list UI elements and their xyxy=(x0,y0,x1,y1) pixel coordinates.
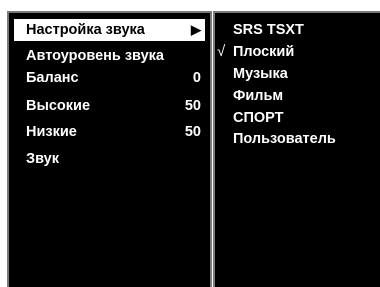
check-icon: √ xyxy=(217,43,226,60)
menu-item-label: Автоуровень звука xyxy=(26,48,164,64)
menu-item-sound-settings[interactable]: Настройка звука ▶ xyxy=(14,19,205,41)
menu-item-treble[interactable]: Высокие 50 xyxy=(14,95,205,117)
submenu-option-label: SRS TSXT xyxy=(233,22,304,38)
submenu-option-user[interactable]: Пользователь xyxy=(215,128,375,150)
menu-item-label: Настройка звука xyxy=(26,22,145,38)
menu-item-label: Баланс xyxy=(26,70,79,86)
submenu-option-srs-tsxt[interactable]: SRS TSXT xyxy=(215,19,375,41)
submenu-option-label: Музыка xyxy=(233,66,288,82)
menu-item-value: 0 xyxy=(192,70,201,86)
menu-item-label: Низкие xyxy=(26,124,77,140)
menu-item-value: 50 xyxy=(184,98,201,114)
menu-item-label: Высокие xyxy=(26,98,91,114)
menu-item-value: 50 xyxy=(184,124,201,140)
submenu-option-flat[interactable]: √ Плоский xyxy=(215,41,375,63)
submenu-option-movie[interactable]: Фильм xyxy=(215,85,375,107)
menu-item-auto-volume[interactable]: Автоуровень звука xyxy=(14,45,205,67)
submenu-option-sport[interactable]: СПОРТ xyxy=(215,107,375,129)
menu-item-label: Звук xyxy=(26,151,59,167)
submenu-option-label: СПОРТ xyxy=(233,110,284,126)
menu-item-balance[interactable]: Баланс 0 xyxy=(14,67,205,89)
menu-item-sound[interactable]: Звук xyxy=(14,148,205,170)
submenu-option-label: Плоский xyxy=(233,44,295,60)
sound-mode-submenu-panel: SRS TSXT √ Плоский Музыка Фильм СПОРТ По… xyxy=(213,11,380,287)
submenu-option-music[interactable]: Музыка xyxy=(215,63,375,85)
submenu-arrow-icon: ▶ xyxy=(191,22,201,37)
menu-item-bass[interactable]: Низкие 50 xyxy=(14,121,205,143)
submenu-option-label: Фильм xyxy=(233,88,284,104)
submenu-option-label: Пользователь xyxy=(233,131,336,147)
sound-menu-panel: Настройка звука ▶ Автоуровень звука Бала… xyxy=(7,11,212,287)
